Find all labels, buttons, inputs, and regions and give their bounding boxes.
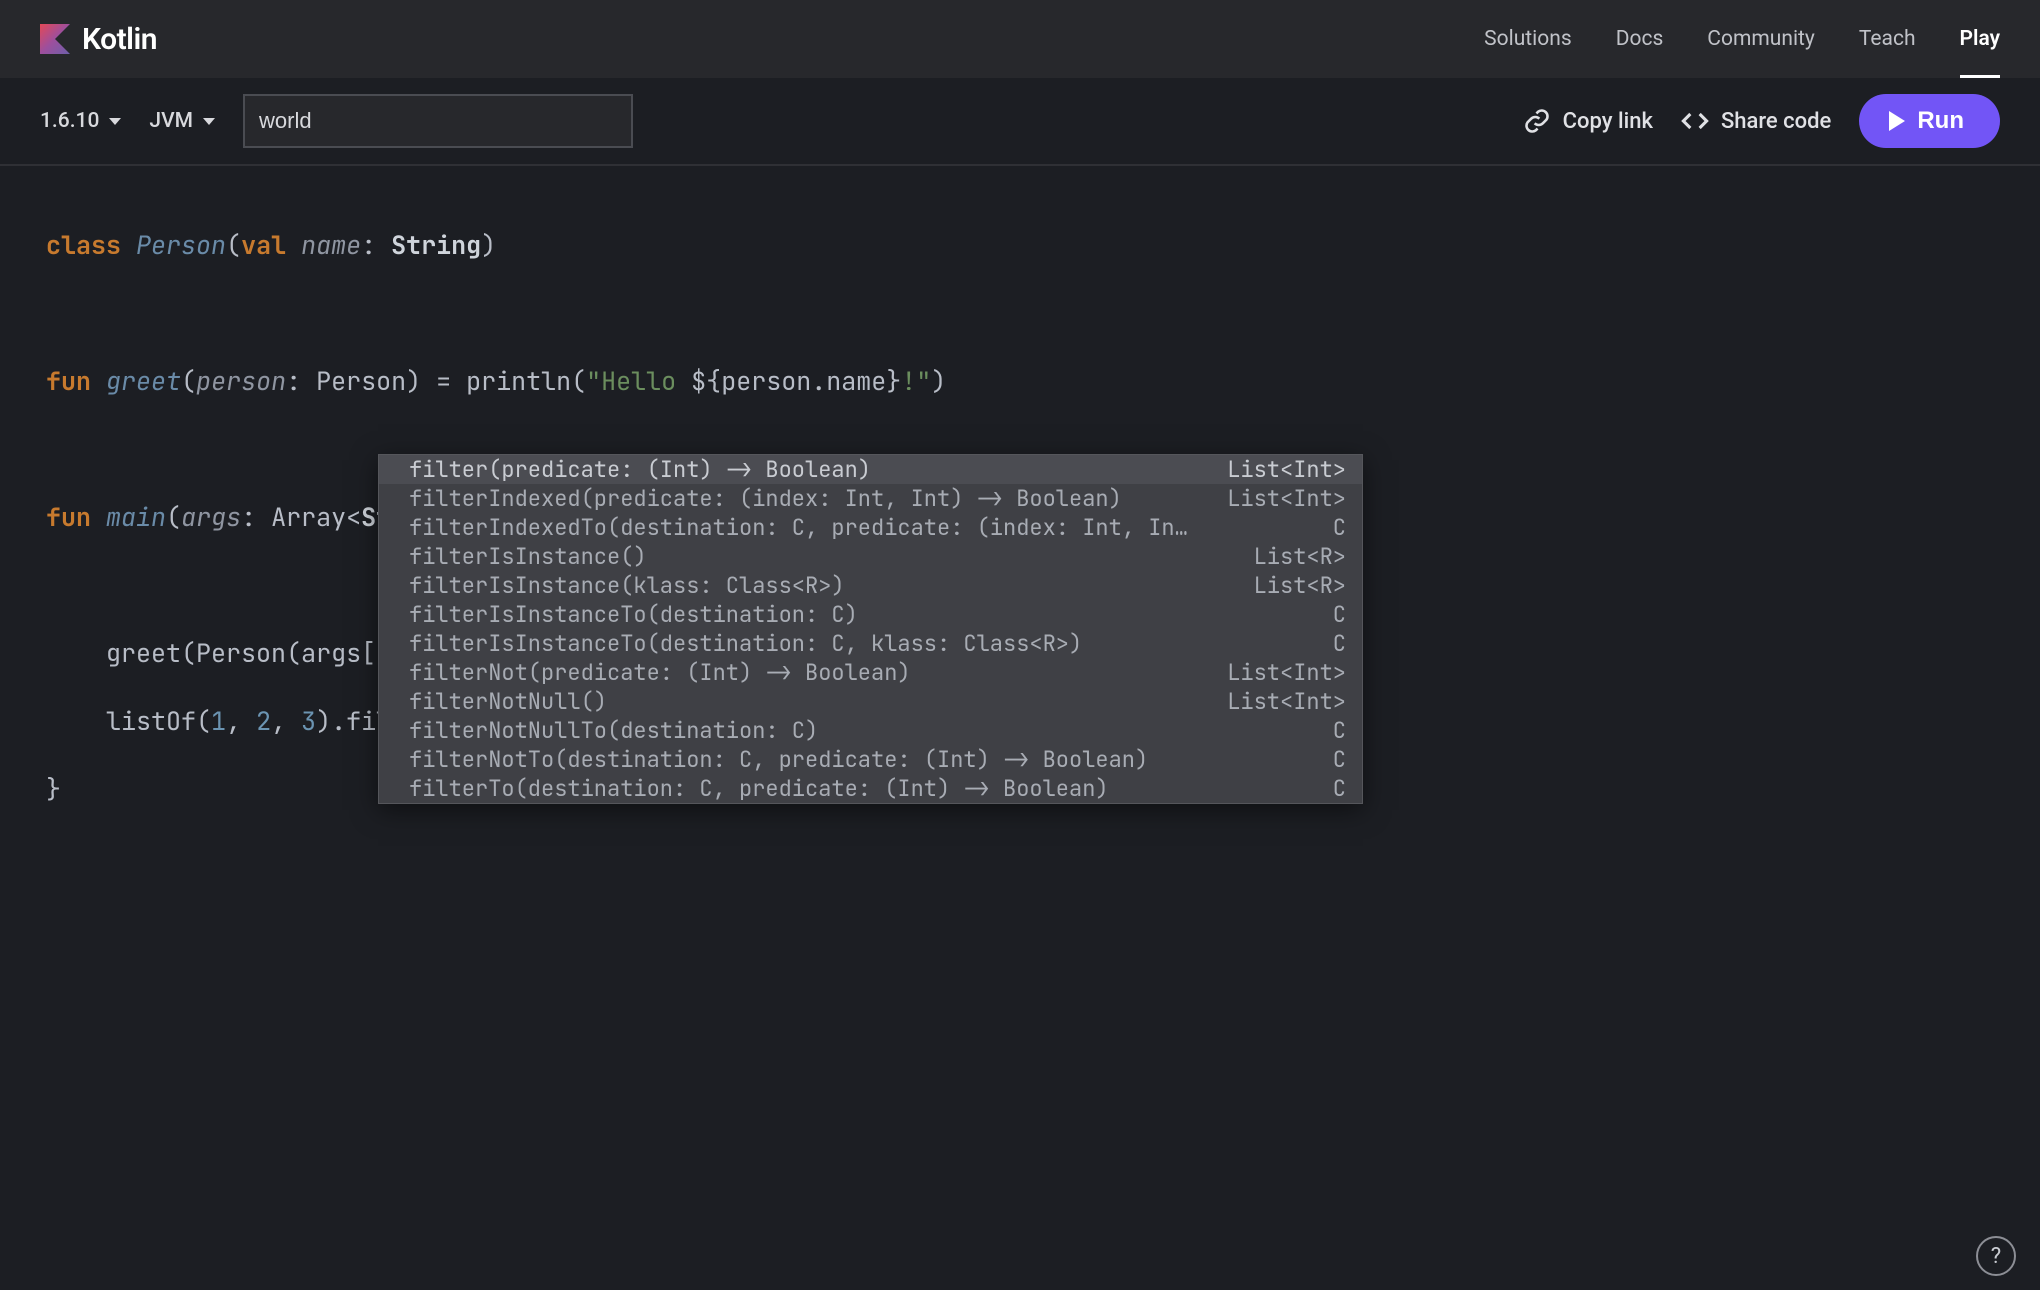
version-label: 1.6.10 xyxy=(40,109,99,133)
autocomplete-return-type: C xyxy=(1333,774,1346,803)
autocomplete-item[interactable]: filterIndexedTo(destination: C, predicat… xyxy=(379,513,1362,542)
autocomplete-signature: filterNotTo(destination: C, predicate: (… xyxy=(409,745,1313,774)
autocomplete-signature: filterNotNull() xyxy=(409,687,1207,716)
help-label: ? xyxy=(1991,1244,2001,1269)
autocomplete-return-type: List<Int> xyxy=(1227,455,1346,484)
nav-solutions[interactable]: Solutions xyxy=(1484,0,1572,78)
kotlin-logo-icon xyxy=(40,24,70,54)
autocomplete-item[interactable]: filterNotNull() List<Int> xyxy=(379,687,1362,716)
autocomplete-return-type: C xyxy=(1333,513,1346,542)
target-label: JVM xyxy=(149,109,193,133)
autocomplete-signature: filter(predicate: (Int) -> Boolean) xyxy=(409,455,1207,484)
autocomplete-return-type: List<Int> xyxy=(1227,687,1346,716)
autocomplete-item[interactable]: filterIsInstanceTo(destination: C, klass… xyxy=(379,629,1362,658)
caret-down-icon xyxy=(109,118,121,125)
autocomplete-item[interactable]: filterNot(predicate: (Int) -> Boolean) Li… xyxy=(379,658,1362,687)
autocomplete-signature: filterIndexed(predicate: (index: Int, In… xyxy=(409,484,1207,513)
autocomplete-item[interactable]: filterTo(destination: C, predicate: (Int… xyxy=(379,774,1362,803)
play-icon xyxy=(1889,111,1905,131)
autocomplete-item[interactable]: filterIsInstance(klass: Class<R>) List<R> xyxy=(379,571,1362,600)
code-icon xyxy=(1681,107,1709,135)
autocomplete-return-type: List<R> xyxy=(1254,542,1346,571)
copy-link-button[interactable]: Copy link xyxy=(1523,107,1653,135)
link-icon xyxy=(1523,107,1551,135)
autocomplete-item[interactable]: filterIsInstanceTo(destination: C) C xyxy=(379,600,1362,629)
autocomplete-item[interactable]: filterNotNullTo(destination: C) C xyxy=(379,716,1362,745)
autocomplete-signature: filterIndexedTo(destination: C, predicat… xyxy=(409,513,1313,542)
autocomplete-signature: filterIsInstance(klass: Class<R>) xyxy=(409,571,1234,600)
autocomplete-return-type: C xyxy=(1333,745,1346,774)
autocomplete-signature: filterNotNullTo(destination: C) xyxy=(409,716,1313,745)
code-editor[interactable]: class Person(val name: String) fun greet… xyxy=(0,166,2040,942)
help-button[interactable]: ? xyxy=(1976,1236,2016,1276)
topnav: Kotlin Solutions Docs Community Teach Pl… xyxy=(0,0,2040,78)
autocomplete-return-type: List<Int> xyxy=(1227,658,1346,687)
caret-down-icon xyxy=(203,118,215,125)
copy-link-label: Copy link xyxy=(1563,109,1653,134)
autocomplete-signature: filterTo(destination: C, predicate: (Int… xyxy=(409,774,1313,803)
autocomplete-return-type: List<R> xyxy=(1254,571,1346,600)
autocomplete-popup[interactable]: filter(predicate: (Int) -> Boolean) List<… xyxy=(378,454,1363,804)
nav-community[interactable]: Community xyxy=(1707,0,1815,78)
run-button[interactable]: Run xyxy=(1859,94,2000,148)
autocomplete-return-type: List<Int> xyxy=(1227,484,1346,513)
autocomplete-item[interactable]: filter(predicate: (Int) -> Boolean) List<… xyxy=(379,455,1362,484)
autocomplete-signature: filterIsInstance() xyxy=(409,542,1234,571)
autocomplete-signature: filterNot(predicate: (Int) -> Boolean) xyxy=(409,658,1207,687)
autocomplete-signature: filterIsInstanceTo(destination: C) xyxy=(409,600,1313,629)
share-code-label: Share code xyxy=(1721,109,1831,134)
autocomplete-item[interactable]: filterNotTo(destination: C, predicate: (… xyxy=(379,745,1362,774)
nav-links: Solutions Docs Community Teach Play xyxy=(1484,0,2000,78)
share-code-button[interactable]: Share code xyxy=(1681,107,1831,135)
program-args-input[interactable] xyxy=(243,94,633,148)
brand-text: Kotlin xyxy=(82,22,157,57)
autocomplete-return-type: C xyxy=(1333,600,1346,629)
logo[interactable]: Kotlin xyxy=(40,22,157,57)
autocomplete-return-type: C xyxy=(1333,716,1346,745)
nav-play[interactable]: Play xyxy=(1960,0,2000,78)
nav-docs[interactable]: Docs xyxy=(1616,0,1664,78)
autocomplete-signature: filterIsInstanceTo(destination: C, klass… xyxy=(409,629,1313,658)
autocomplete-item[interactable]: filterIsInstance() List<R> xyxy=(379,542,1362,571)
run-label: Run xyxy=(1917,107,1964,135)
autocomplete-item[interactable]: filterIndexed(predicate: (index: Int, In… xyxy=(379,484,1362,513)
toolbar: 1.6.10 JVM Copy link Share code Run xyxy=(0,78,2040,166)
nav-teach[interactable]: Teach xyxy=(1859,0,1916,78)
autocomplete-return-type: C xyxy=(1333,629,1346,658)
target-dropdown[interactable]: JVM xyxy=(149,109,215,133)
version-dropdown[interactable]: 1.6.10 xyxy=(40,109,121,133)
